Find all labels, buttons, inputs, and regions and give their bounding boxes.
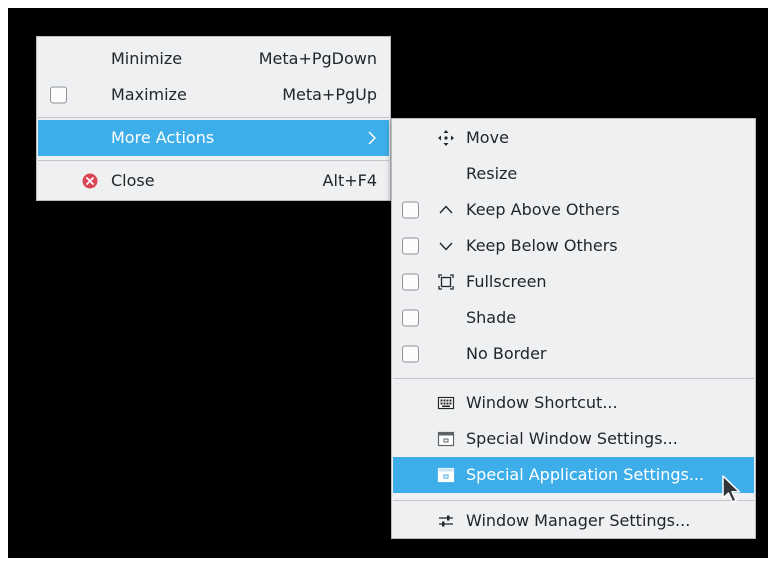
menu-item-keep-below[interactable]: Keep Below Others	[393, 228, 754, 264]
menu-item-label: Window Shortcut...	[466, 393, 618, 412]
more-actions-submenu: Move Resize Keep Above Others Keep Below…	[391, 118, 756, 539]
maximize-checkbox[interactable]	[50, 86, 67, 104]
menu-item-label: Move	[466, 128, 509, 147]
menu-separator	[393, 378, 754, 379]
window-operations-menu: Minimize Meta+PgDown Maximize Meta+PgUp …	[36, 36, 391, 201]
move-icon	[438, 130, 454, 146]
no-border-checkbox[interactable]	[402, 345, 419, 363]
chevron-up-icon	[439, 205, 453, 214]
menu-item-special-application-settings[interactable]: Special Application Settings...	[393, 457, 754, 493]
menu-item-more-actions[interactable]: More Actions	[38, 120, 389, 156]
close-icon	[82, 173, 98, 189]
menu-separator	[38, 117, 389, 118]
menu-item-label: Fullscreen	[466, 272, 547, 291]
menu-separator	[393, 500, 754, 501]
menu-item-label: Keep Above Others	[466, 200, 620, 219]
sliders-icon	[439, 515, 453, 527]
menu-item-no-border[interactable]: No Border	[393, 336, 754, 372]
menu-item-window-shortcut[interactable]: Window Shortcut...	[393, 385, 754, 421]
chevron-down-icon	[439, 242, 453, 251]
mouse-pointer-icon	[722, 475, 741, 503]
menu-item-label: Maximize	[111, 85, 187, 104]
menu-item-label: Special Window Settings...	[466, 429, 678, 448]
menu-item-shortcut: Alt+F4	[322, 171, 377, 190]
keep-above-checkbox[interactable]	[402, 201, 419, 219]
menu-item-resize[interactable]: Resize	[393, 156, 754, 192]
fullscreen-icon	[438, 274, 454, 290]
menu-item-move[interactable]: Move	[393, 120, 754, 156]
menu-item-keep-above[interactable]: Keep Above Others	[393, 192, 754, 228]
chevron-right-icon	[368, 131, 377, 145]
keep-below-checkbox[interactable]	[402, 237, 419, 255]
menu-item-minimize[interactable]: Minimize Meta+PgDown	[38, 41, 389, 77]
menu-item-label: Keep Below Others	[466, 236, 618, 255]
keyboard-icon	[437, 396, 455, 410]
menu-item-label: More Actions	[111, 128, 215, 147]
fullscreen-checkbox[interactable]	[402, 273, 419, 291]
window-settings-icon	[437, 431, 455, 447]
menu-separator	[38, 160, 389, 161]
application-settings-icon	[437, 467, 455, 483]
menu-item-special-window-settings[interactable]: Special Window Settings...	[393, 421, 754, 457]
menu-item-label: Minimize	[111, 49, 183, 68]
menu-item-shortcut: Meta+PgUp	[282, 85, 377, 104]
menu-item-shortcut: Meta+PgDown	[258, 49, 377, 68]
menu-item-label: Close	[111, 171, 155, 190]
menu-item-label: Special Application Settings...	[466, 465, 705, 484]
shade-checkbox[interactable]	[402, 309, 419, 327]
menu-item-shade[interactable]: Shade	[393, 300, 754, 336]
menu-item-window-manager-settings[interactable]: Window Manager Settings...	[393, 503, 754, 539]
menu-item-maximize[interactable]: Maximize Meta+PgUp	[38, 77, 389, 113]
menu-item-label: No Border	[466, 344, 547, 363]
menu-item-label: Shade	[466, 308, 517, 327]
menu-item-fullscreen[interactable]: Fullscreen	[393, 264, 754, 300]
menu-item-close[interactable]: Close Alt+F4	[38, 163, 389, 199]
menu-item-label: Resize	[466, 164, 518, 183]
menu-item-label: Window Manager Settings...	[466, 511, 691, 530]
